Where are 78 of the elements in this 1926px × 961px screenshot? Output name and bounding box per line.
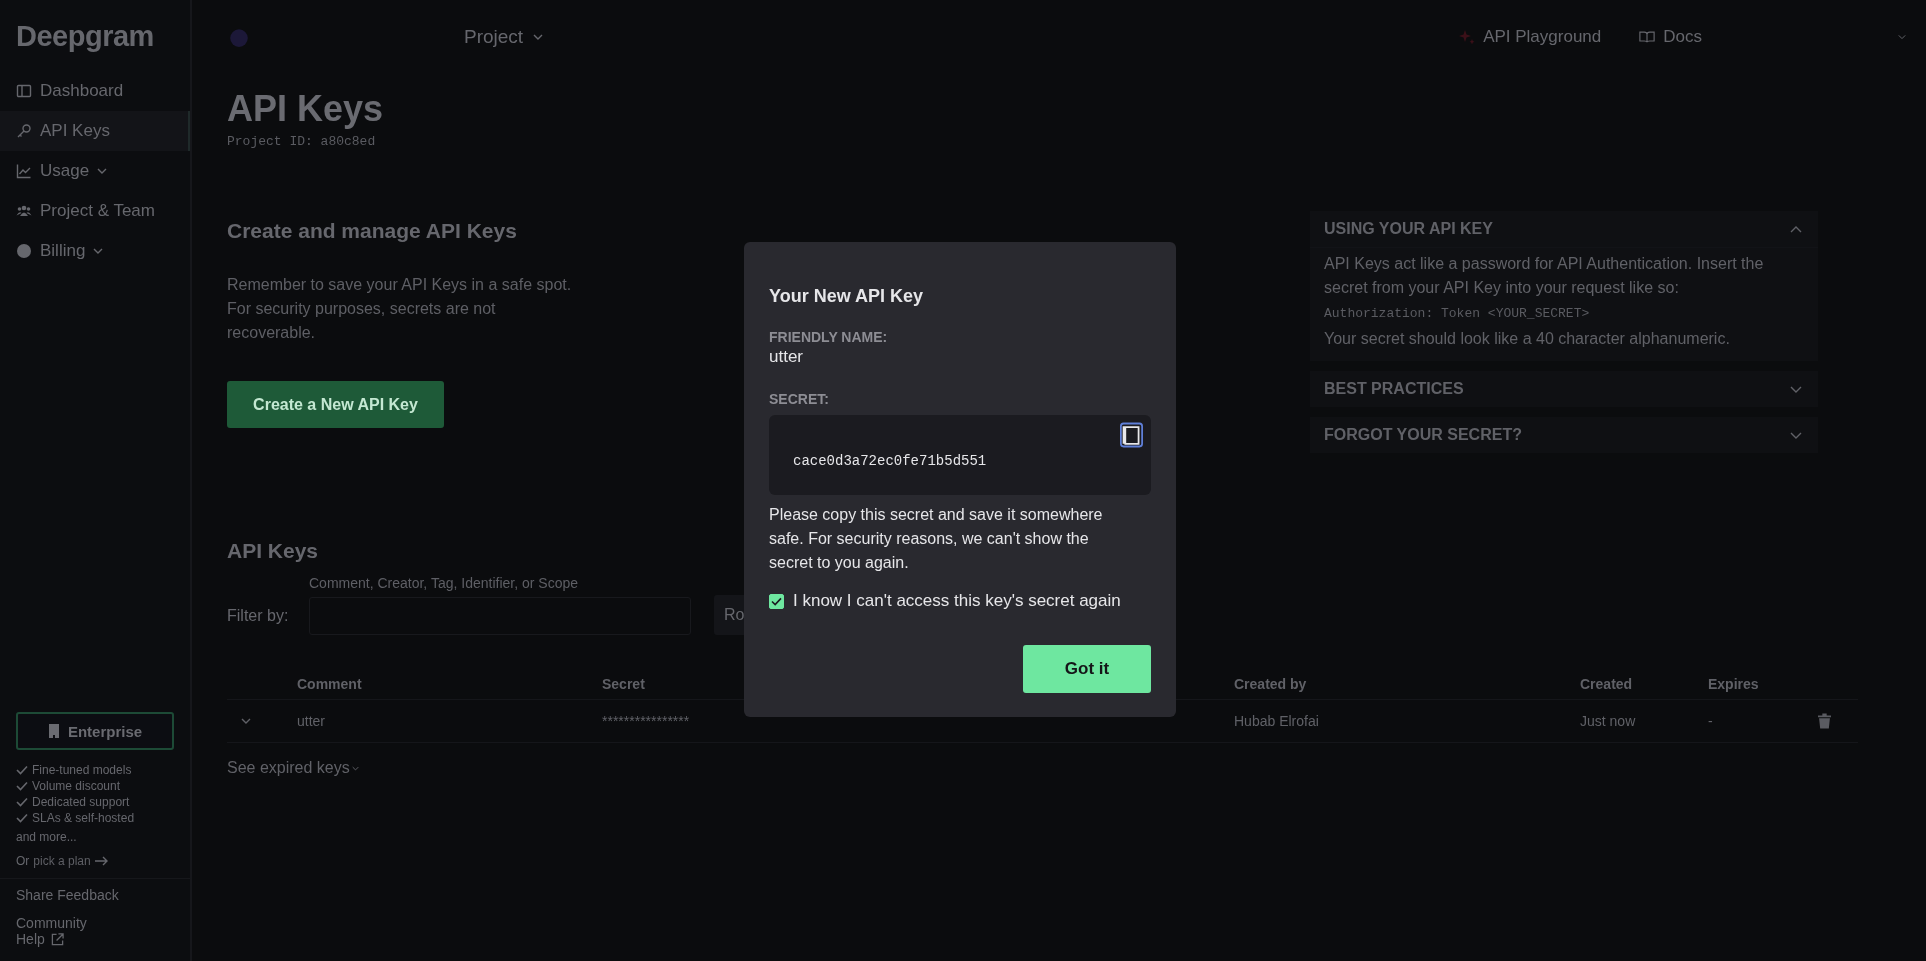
code-sample: Authorization: Token <YOUR_SECRET> (1324, 306, 1591, 321)
key-icon (16, 123, 32, 139)
table-cell: - (1708, 713, 1713, 729)
table-cell: **************** (602, 713, 690, 729)
more-text: and more... (16, 830, 78, 846)
expand-icon[interactable] (241, 718, 251, 724)
field-label: FRIENDLY NAME: (769, 329, 889, 345)
column-header: Secret (602, 676, 645, 692)
filter-hint: Comment, Creator, Tag, Identifier, or Scope (309, 575, 578, 591)
accordion-header[interactable]: FORGOT YOUR SECRET? (1310, 417, 1818, 453)
enterprise-button[interactable]: Enterprise (16, 712, 174, 750)
chevron-icon (1790, 385, 1802, 393)
footer-link[interactable]: Help (16, 931, 45, 947)
field-label: SECRET: (769, 391, 830, 407)
plan-prefix: Or (16, 854, 30, 868)
sidebar-item[interactable]: Project & Team (0, 191, 190, 231)
feature-text: Dedicated support (32, 795, 130, 809)
caret-icon[interactable] (1898, 34, 1906, 40)
check-icon (16, 797, 28, 807)
feature-text: SLAs & self-hosted (32, 811, 135, 825)
sidebar-item[interactable]: Billing (0, 231, 190, 271)
sidebar-item[interactable]: Dashboard (0, 71, 190, 111)
accordion-header[interactable]: BEST PRACTICES (1310, 371, 1818, 407)
sparkle-icon (1459, 29, 1476, 45)
table-cell: utter (297, 713, 325, 729)
sidebar-item[interactable]: Usage (0, 151, 190, 191)
footer-link[interactable]: Share Feedback (16, 887, 119, 903)
acknowledge-checkbox[interactable] (769, 593, 784, 609)
create-key-button[interactable]: Create a New API Key (227, 381, 444, 428)
friendly-name-value: utter (769, 347, 805, 367)
caret-icon (351, 765, 359, 771)
check-icon (16, 813, 28, 823)
building-icon (47, 724, 60, 738)
feature-text: Volume discount (32, 779, 121, 793)
accordion-header[interactable]: USING YOUR API KEY (1310, 211, 1818, 247)
people-icon (16, 203, 32, 219)
filter-label: Filter by: (227, 607, 290, 625)
copy-icon[interactable] (1120, 422, 1143, 448)
help-text: Your secret should look like a 40 character alphanumeric. (1324, 329, 1731, 349)
table-cell: Hubab Elrofai (1234, 713, 1319, 729)
arrow-right-icon (94, 856, 109, 866)
external-link-icon (50, 932, 64, 946)
pick-plan-link[interactable]: pick a plan (33, 854, 91, 868)
book-icon (1639, 29, 1656, 45)
delete-icon[interactable] (1818, 713, 1831, 729)
header-link[interactable]: API Playground (1459, 27, 1602, 47)
column-header: Created by (1234, 676, 1307, 692)
footer-link[interactable]: Community (16, 915, 87, 931)
description-text: Remember to save your API Keys in a safe spot. For security purposes, secrets are not recoverable. (227, 275, 573, 343)
dashboard-icon (16, 83, 32, 99)
caret-icon (533, 34, 544, 40)
dialog-title: Your New API Key (769, 286, 925, 307)
project-id: Project ID: a80c8ed (227, 134, 377, 149)
page-title: API Keys (227, 88, 385, 130)
got-it-button[interactable]: Got it (1023, 645, 1151, 693)
expired-keys-link[interactable]: See expired keys (227, 759, 359, 777)
table-cell: Just now (1580, 713, 1636, 729)
chart-icon (16, 163, 32, 179)
chevron-icon (1790, 225, 1802, 233)
project-dropdown[interactable]: Project (458, 25, 550, 49)
column-header: Expires (1708, 676, 1759, 692)
caret-icon (97, 168, 108, 174)
section-heading: Create and manage API Keys (227, 219, 517, 243)
column-header: Created (1580, 676, 1633, 692)
feature-text: Fine-tuned models (32, 763, 132, 777)
check-icon (16, 765, 28, 775)
section-heading: API Keys (227, 539, 319, 563)
column-header: Comment (297, 676, 362, 692)
checkbox-label: I know I can't access this key's secret again (793, 591, 1121, 611)
chevron-icon (1790, 431, 1802, 439)
check-icon (16, 781, 28, 791)
caret-icon (93, 248, 104, 254)
header-link[interactable]: Docs (1639, 27, 1702, 47)
help-text: API Keys act like a password for API Authentication. Insert the secret from your API Key into your request like so: (1324, 254, 1765, 298)
deepgram-logo[interactable]: Deepgram (0, 0, 190, 71)
sidebar-item[interactable]: API Keys (0, 111, 190, 151)
secret-value: cace0d3a72ec0fe71b5d551 (793, 453, 987, 469)
notice-text: Please copy this secret and save it somewhere safe. For security reasons, we can't show the secret to you again. (769, 505, 1104, 573)
